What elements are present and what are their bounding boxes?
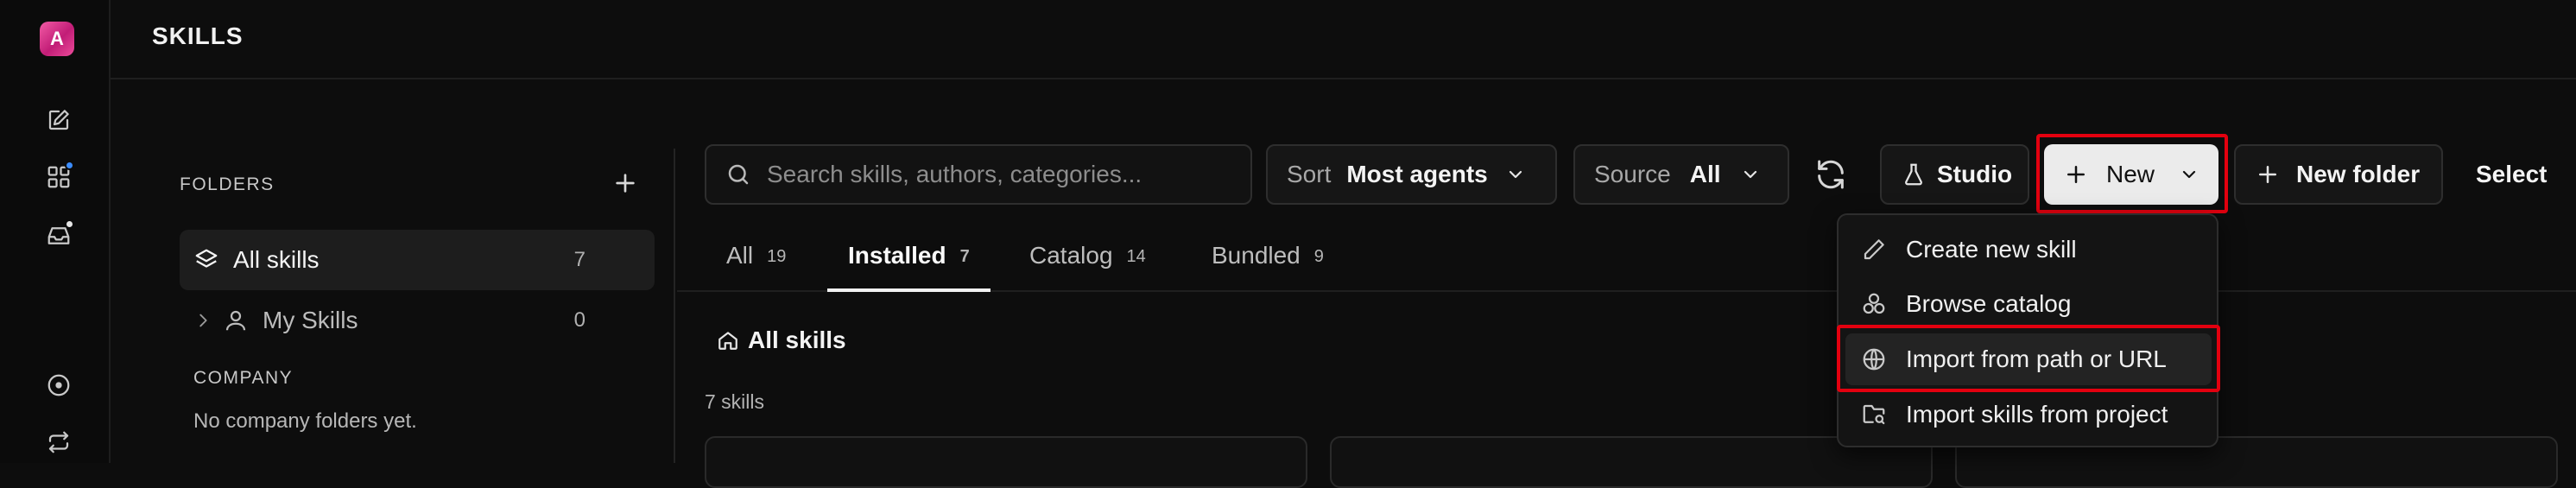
compose-icon[interactable] bbox=[46, 107, 72, 133]
layers-icon bbox=[193, 247, 219, 273]
tab-label: Installed bbox=[848, 242, 946, 269]
company-heading: COMPANY bbox=[193, 368, 294, 388]
chevron-right-icon[interactable] bbox=[193, 311, 212, 330]
folder-label: My Skills bbox=[263, 307, 358, 333]
folder-item-all-skills[interactable]: All skills 7 bbox=[180, 230, 655, 290]
plus-icon bbox=[2063, 162, 2089, 187]
menu-item-create-new-skill[interactable]: Create new skill bbox=[1845, 224, 2212, 276]
tab-count: 19 bbox=[767, 247, 787, 266]
page-title: SKILLS bbox=[152, 22, 244, 49]
company-empty-text: No company folders yet. bbox=[193, 409, 417, 433]
icon-rail: A bbox=[0, 0, 111, 463]
menu-item-import-skills-from-project[interactable]: Import skills from project bbox=[1845, 389, 2212, 440]
tab-label: Bundled bbox=[1212, 242, 1301, 269]
new-button[interactable]: New bbox=[2044, 144, 2218, 205]
globe-icon bbox=[1861, 346, 1887, 372]
person-icon bbox=[223, 307, 249, 333]
tab-count: 7 bbox=[959, 247, 970, 266]
workspace-avatar[interactable]: A bbox=[40, 22, 74, 56]
skill-card[interactable] bbox=[705, 436, 1307, 488]
new-folder-button[interactable]: New folder bbox=[2234, 144, 2443, 205]
skills-count: 7 skills bbox=[705, 390, 765, 413]
tab-installed[interactable]: Installed 7 bbox=[827, 242, 991, 292]
menu-item-label: Browse catalog bbox=[1906, 290, 2072, 317]
new-label: New bbox=[2106, 161, 2155, 187]
cluster-icon bbox=[1861, 291, 1887, 317]
menu-item-label: Import from path or URL bbox=[1906, 345, 2167, 372]
sort-value: Most agents bbox=[1346, 161, 1488, 187]
top-bar: SKILLS bbox=[111, 0, 2576, 79]
chevron-down-icon bbox=[2179, 164, 2199, 185]
menu-item-label: Create new skill bbox=[1906, 236, 2077, 263]
swap-icon[interactable] bbox=[46, 429, 72, 455]
flask-icon bbox=[1901, 162, 1927, 187]
folders-panel: FOLDERS All skills 7 My Skills 0 COMPANY… bbox=[111, 149, 675, 463]
folder-search-icon bbox=[1861, 402, 1887, 428]
studio-button[interactable]: Studio bbox=[1880, 144, 2029, 205]
tab-catalog[interactable]: Catalog 14 bbox=[1029, 242, 1146, 292]
studio-label: Studio bbox=[1937, 161, 2013, 187]
pencil-icon bbox=[1861, 237, 1887, 263]
refresh-icon[interactable] bbox=[1813, 157, 1848, 192]
chevron-down-icon bbox=[1505, 164, 1526, 185]
new-dropdown-menu: Create new skill Browse catalog Import f… bbox=[1837, 213, 2218, 447]
tab-label: Catalog bbox=[1029, 242, 1113, 269]
search-box[interactable] bbox=[705, 144, 1252, 205]
select-button[interactable]: Select bbox=[2476, 161, 2548, 188]
circle-dot-icon[interactable] bbox=[46, 372, 72, 398]
home-icon bbox=[717, 329, 739, 352]
tab-all[interactable]: All 19 bbox=[726, 242, 786, 292]
search-input[interactable] bbox=[765, 146, 1250, 203]
sort-dropdown[interactable]: Sort Most agents bbox=[1266, 144, 1557, 205]
chevron-down-icon bbox=[1740, 164, 1761, 185]
source-value: All bbox=[1689, 161, 1721, 187]
tab-label: All bbox=[726, 242, 754, 269]
menu-item-label: Import skills from project bbox=[1906, 401, 2168, 428]
tab-bundled[interactable]: Bundled 9 bbox=[1212, 242, 1324, 292]
folder-count: 7 bbox=[573, 248, 585, 271]
breadcrumb-label: All skills bbox=[748, 326, 846, 353]
apps-badge bbox=[65, 161, 74, 170]
breadcrumb[interactable]: All skills bbox=[717, 326, 846, 354]
source-label: Source bbox=[1594, 161, 1671, 187]
sort-label: Sort bbox=[1287, 161, 1332, 187]
folder-count: 0 bbox=[573, 308, 585, 332]
tab-count: 14 bbox=[1126, 247, 1146, 266]
new-folder-label: New folder bbox=[2296, 161, 2421, 187]
search-icon bbox=[725, 162, 751, 187]
folder-label: All skills bbox=[233, 246, 320, 273]
plus-icon bbox=[2255, 162, 2281, 187]
tab-count: 9 bbox=[1313, 247, 1324, 266]
folders-heading: FOLDERS bbox=[180, 174, 275, 194]
avatar-letter: A bbox=[50, 28, 64, 49]
inbox-badge bbox=[65, 219, 74, 229]
source-dropdown[interactable]: Source All bbox=[1573, 144, 1789, 205]
menu-item-browse-catalog[interactable]: Browse catalog bbox=[1845, 278, 2212, 330]
folder-item-my-skills[interactable]: My Skills 0 bbox=[180, 290, 655, 351]
add-folder-icon[interactable] bbox=[611, 169, 639, 197]
menu-item-import-from-path-or-url[interactable]: Import from path or URL bbox=[1845, 333, 2212, 385]
